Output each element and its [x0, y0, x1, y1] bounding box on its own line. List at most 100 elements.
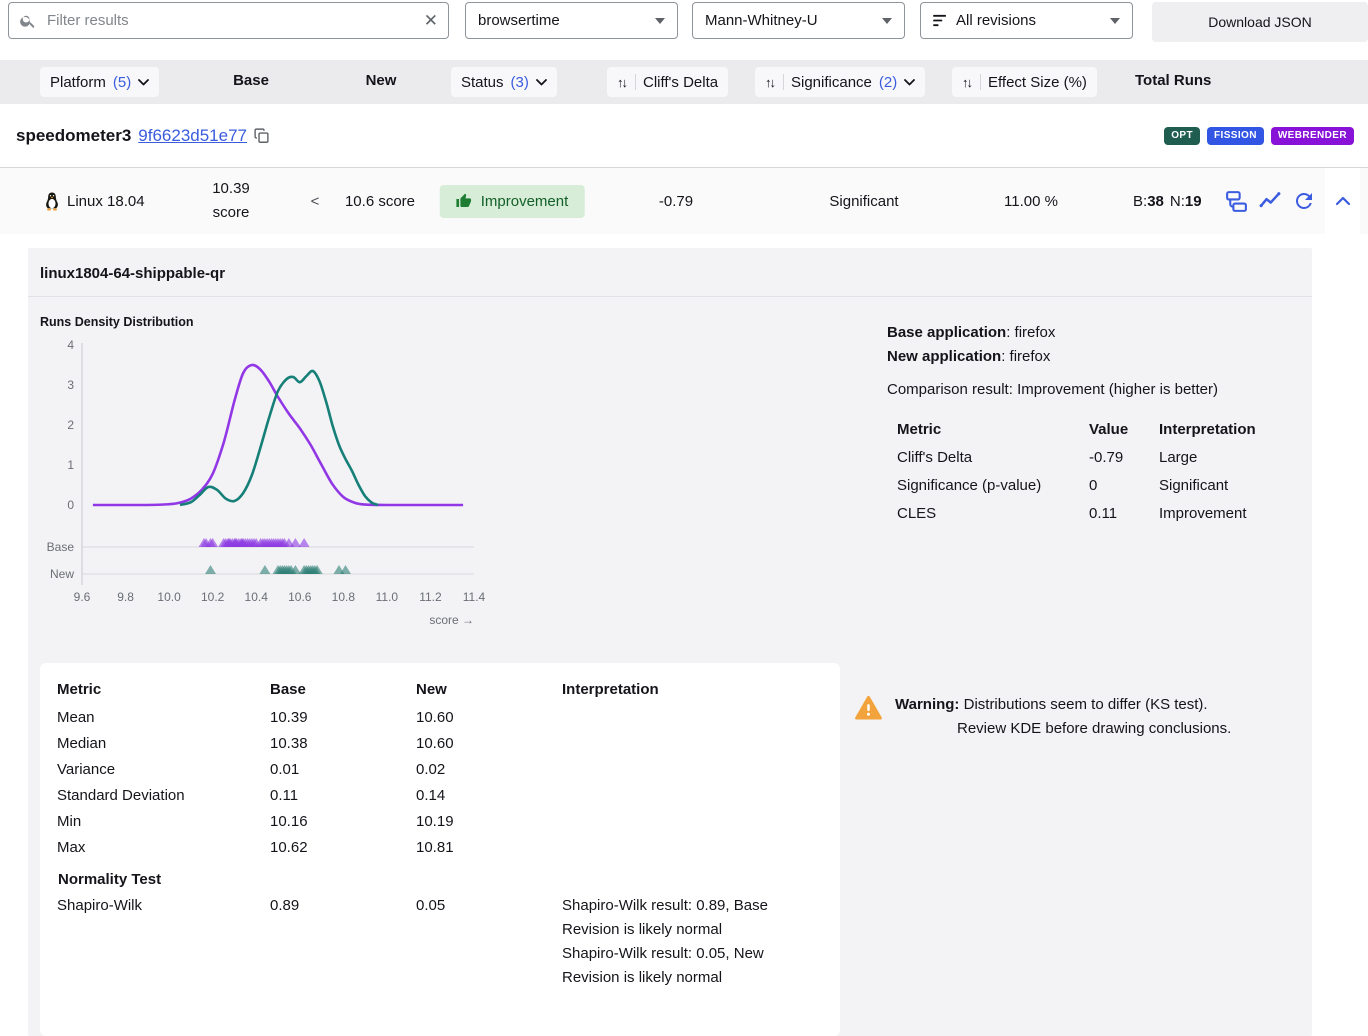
statistical-test-value: Mann-Whitney-U: [705, 12, 874, 29]
status-cell: Improvement: [440, 168, 585, 234]
result-row: Linux 18.04 10.39 score < 10.6 score Imp…: [0, 168, 1368, 234]
svg-text:10.4: 10.4: [245, 590, 269, 604]
sort-arrows-icon[interactable]: ↑↓: [962, 75, 973, 90]
svg-text:11.0: 11.0: [376, 590, 399, 604]
base-application-value: firefox: [1015, 324, 1056, 341]
base-score-value: 10.39: [212, 180, 250, 197]
effect-size-sort-chip[interactable]: ↑↓ Effect Size (%): [952, 67, 1097, 97]
summary-base-value: 0.11: [270, 783, 416, 809]
effect-size-value: 11.00 %: [1004, 168, 1058, 234]
suite-name: speedometer3: [16, 126, 131, 146]
svg-text:9.6: 9.6: [74, 590, 91, 604]
base-runs-count: 38: [1147, 193, 1164, 210]
metric-name: Cliff's Delta: [897, 444, 1089, 472]
statistical-test-select[interactable]: Mann-Whitney-U: [692, 2, 905, 39]
metric-name: Significance (p-value): [897, 472, 1089, 500]
revisions-select[interactable]: All revisions: [920, 2, 1133, 39]
significance-value: Significant: [829, 168, 898, 234]
base-runs-label: B:: [1133, 193, 1147, 210]
summary-metric: Mean: [57, 705, 270, 731]
new-runs-count: 19: [1185, 193, 1202, 210]
status-filter-chip[interactable]: Status (3): [451, 67, 557, 97]
total-runs-cell: B:38 N:19: [1133, 168, 1202, 234]
summary-stats-card: Metric Base New Interpretation Mean 10.3…: [40, 663, 840, 1036]
warning-triangle-icon: [855, 695, 882, 1036]
cliffs-delta-sort-chip[interactable]: ↑↓ Cliff's Delta: [607, 67, 728, 97]
metric-interpretation: Large: [1159, 444, 1312, 472]
thumbs-up-icon: [456, 193, 472, 209]
shapiro-wilk-metric: Shapiro-Wilk: [57, 893, 270, 990]
new-score-cell: 10.6 score: [345, 168, 415, 234]
summary-new-value: 0.14: [416, 783, 562, 809]
clear-search-icon[interactable]: ✕: [424, 12, 438, 29]
svg-text:10.2: 10.2: [201, 590, 225, 604]
comparison-info-section: Base application: firefox New applicatio…: [874, 297, 1312, 639]
column-header-band: Platform (5) Base New Status (3) ↑↓ Clif…: [0, 60, 1368, 104]
column-base: Base: [233, 72, 269, 89]
summary-header-base: Base: [270, 677, 416, 705]
svg-text:1: 1: [67, 458, 74, 472]
graph-icon[interactable]: [1258, 189, 1283, 214]
framework-select-value: browsertime: [478, 12, 647, 29]
retrigger-jobs-icon[interactable]: [1224, 189, 1249, 214]
platform-label: Linux 18.04: [67, 193, 145, 210]
chip-divider: [635, 74, 636, 90]
metrics-header-value: Value: [1089, 416, 1159, 444]
svg-text:Base: Base: [47, 540, 75, 554]
summary-table: Metric Base New Interpretation Mean 10.3…: [57, 677, 840, 990]
summary-metric: Max: [57, 835, 270, 861]
base-application-label: Base application: [887, 324, 1006, 341]
search-input[interactable]: [45, 11, 416, 30]
svg-text:10.6: 10.6: [288, 590, 312, 604]
framework-select[interactable]: browsertime: [465, 2, 678, 39]
new-application-value: firefox: [1010, 348, 1051, 365]
metrics-header-interpretation: Interpretation: [1159, 416, 1312, 444]
revisions-select-value: All revisions: [956, 12, 1102, 29]
sort-arrows-icon[interactable]: ↑↓: [765, 75, 776, 90]
base-application-line: Base application: firefox: [887, 321, 1312, 345]
refresh-icon[interactable]: [1292, 189, 1316, 213]
svg-text:11.4: 11.4: [463, 590, 486, 604]
summary-header-metric: Metric: [57, 677, 270, 705]
chevron-down-icon: [138, 79, 149, 86]
download-json-button[interactable]: Download JSON: [1152, 2, 1368, 42]
revision-link[interactable]: 9f6623d51e77: [138, 126, 247, 146]
panel-bottom-section: Metric Base New Interpretation Mean 10.3…: [28, 663, 1312, 1036]
dropdown-caret-icon: [1110, 18, 1120, 24]
summary-new-value: 10.19: [416, 809, 562, 835]
chevron-up-icon: [1335, 196, 1351, 206]
filter-results-search[interactable]: ✕: [8, 2, 449, 39]
shapiro-interpretation-base: Shapiro-Wilk result: 0.89, Base Revision…: [562, 894, 812, 942]
summary-header-interpretation: Interpretation: [562, 677, 812, 705]
new-score-value: 10.6: [345, 193, 374, 210]
platform-filter-label: Platform: [50, 74, 106, 91]
shapiro-wilk-interpretation: Shapiro-Wilk result: 0.89, Base Revision…: [562, 893, 812, 990]
warning-text: Warning: Distributions seem to differ (K…: [895, 693, 1231, 1036]
sort-arrows-icon[interactable]: ↑↓: [617, 75, 628, 90]
row-action-icons: [1224, 168, 1316, 234]
chevron-down-icon: [536, 79, 547, 86]
summary-new-value: 0.02: [416, 757, 562, 783]
collapse-row-button[interactable]: [1325, 168, 1360, 234]
warning-line1: Distributions seem to differ (KS test).: [964, 696, 1208, 713]
copy-icon[interactable]: [253, 126, 270, 145]
metric-name: CLES: [897, 500, 1089, 528]
shapiro-interpretation-new: Shapiro-Wilk result: 0.05, New Revision …: [562, 942, 812, 990]
new-application-label: New application: [887, 348, 1001, 365]
svg-text:3: 3: [67, 378, 74, 392]
metric-value: 0.11: [1089, 500, 1159, 528]
summary-header-new: New: [416, 677, 562, 705]
comparison-sign: <: [311, 168, 320, 234]
runs-density-chart: 01234BaseNew9.69.810.010.210.410.610.811…: [40, 335, 874, 639]
summary-metric: Standard Deviation: [57, 783, 270, 809]
status-filter-label: Status: [461, 74, 504, 91]
platform-filter-chip[interactable]: Platform (5): [40, 67, 159, 97]
expanded-details-panel: linux1804-64-shippable-qr Runs Density D…: [28, 248, 1312, 1036]
significance-sort-chip[interactable]: ↑↓ Significance (2): [755, 67, 925, 97]
new-runs-label: N:: [1170, 193, 1185, 210]
warning-line2: Review KDE before drawing conclusions.: [957, 717, 1231, 741]
status-filter-count: (3): [511, 74, 529, 91]
comparison-result-value: Improvement (higher is better): [1017, 381, 1218, 398]
svg-text:10.8: 10.8: [332, 590, 356, 604]
status-label: Improvement: [481, 193, 569, 210]
